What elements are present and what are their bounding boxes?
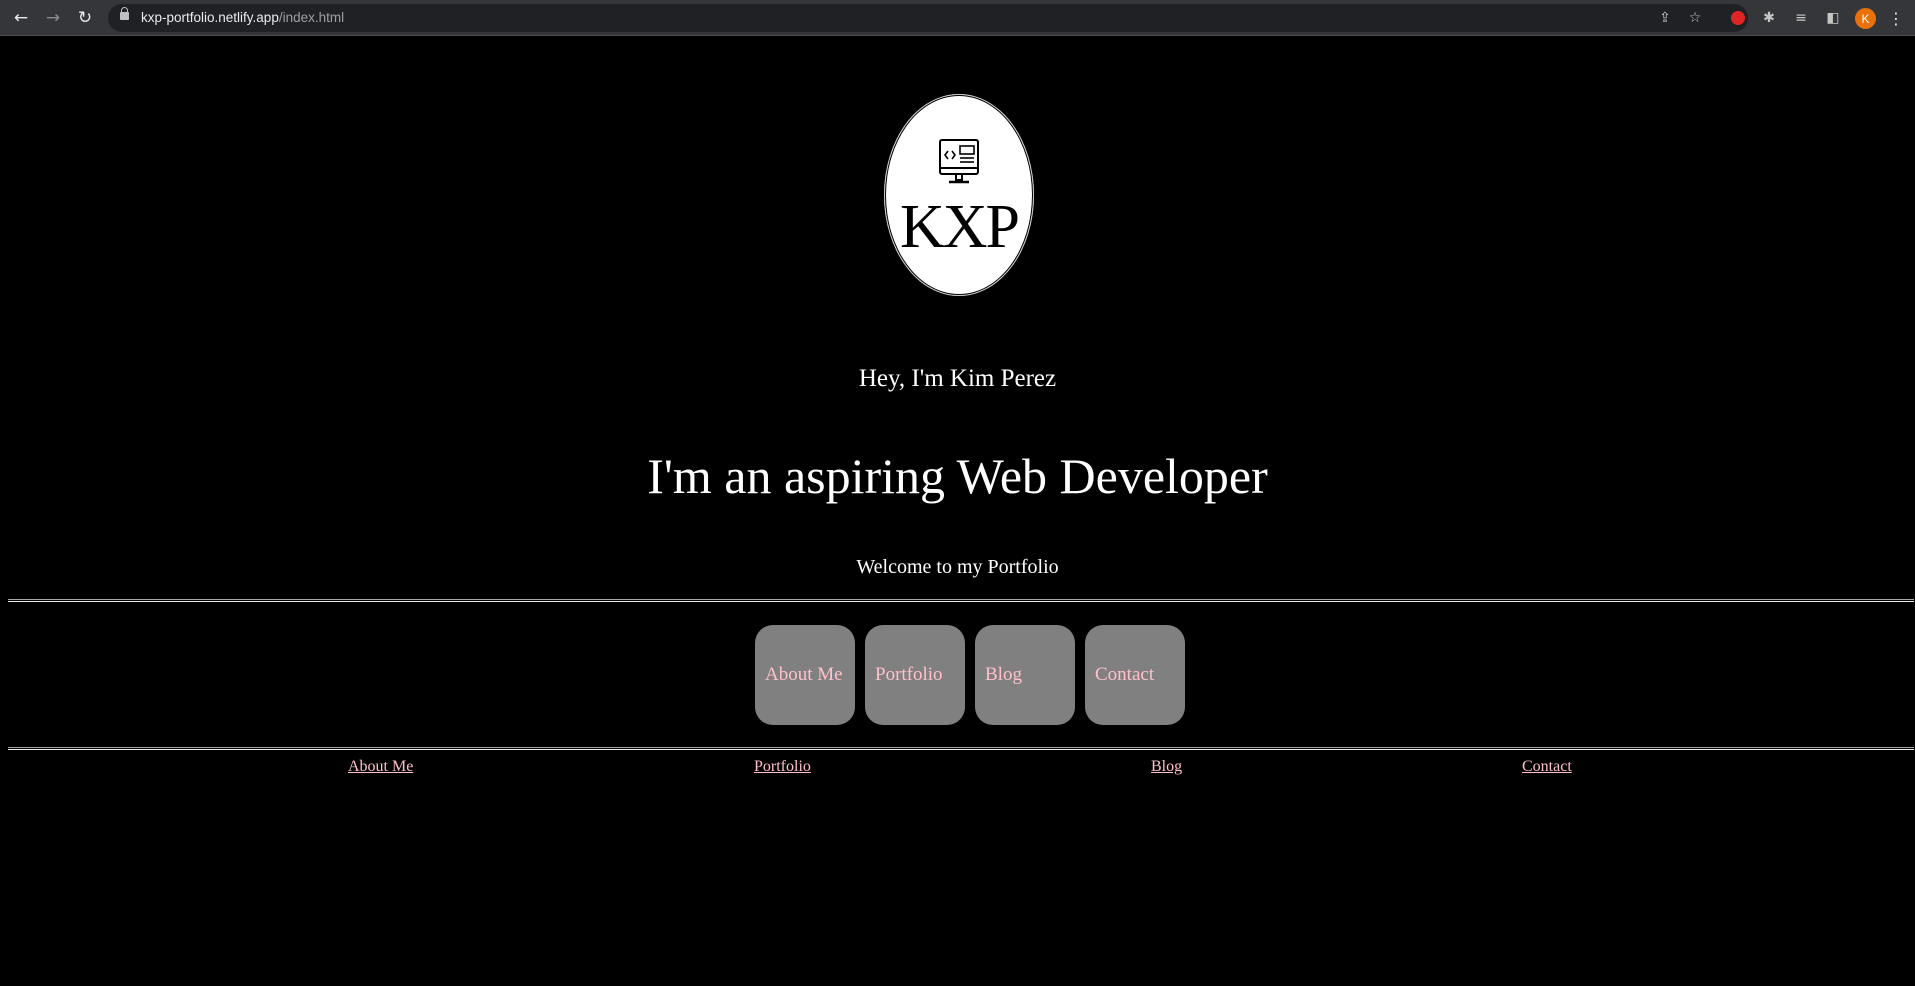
browser-toolbar: ← → ↻ kxp-portfolio.netlify.app/index.ht… — [0, 0, 1915, 36]
profile-avatar[interactable]: K — [1855, 8, 1876, 29]
nav-button-blog[interactable]: Blog — [975, 625, 1075, 725]
logo-text: KXP — [899, 193, 1020, 261]
greeting-heading: Hey, I'm Kim Perez — [858, 365, 1057, 392]
footer-link-about-me[interactable]: About Me — [348, 758, 413, 776]
footer-link-blog[interactable]: Blog — [1151, 758, 1182, 776]
lock-icon[interactable] — [120, 7, 129, 20]
share-icon[interactable]: ⇪ — [1654, 7, 1676, 29]
divider-top — [8, 599, 1914, 602]
menu-icon[interactable]: ⋮ — [1888, 7, 1904, 29]
footer-link-contact[interactable]: Contact — [1522, 758, 1572, 776]
address-bar[interactable]: kxp-portfolio.netlify.app/index.html ⇪ ☆ — [108, 4, 1748, 32]
back-icon[interactable]: ← — [9, 6, 33, 30]
media-queue-icon[interactable]: ≡ — [1790, 7, 1812, 29]
nav-button-group: About Me Portfolio Blog Contact — [755, 625, 1185, 725]
address-url[interactable]: kxp-portfolio.netlify.app/index.html — [141, 10, 344, 25]
puzzle-icon[interactable]: ✱ — [1758, 7, 1780, 29]
monitor-code-icon — [939, 139, 979, 184]
nav-button-portfolio[interactable]: Portfolio — [865, 625, 965, 725]
footer-link-portfolio[interactable]: Portfolio — [754, 758, 811, 776]
reload-icon[interactable]: ↻ — [73, 6, 97, 30]
forward-icon[interactable]: → — [41, 6, 65, 30]
welcome-text: Welcome to my Portfolio — [856, 556, 1059, 578]
kxp-logo: KXP — [884, 94, 1034, 296]
extension-red-icon[interactable] — [1727, 7, 1749, 29]
side-panel-icon[interactable]: ◧ — [1822, 7, 1844, 29]
star-icon[interactable]: ☆ — [1684, 7, 1706, 29]
nav-button-contact[interactable]: Contact — [1085, 625, 1185, 725]
url-host: kxp-portfolio.netlify.app — [141, 10, 279, 25]
divider-bottom — [8, 747, 1914, 750]
url-path: /index.html — [278, 10, 345, 25]
nav-button-about-me[interactable]: About Me — [755, 625, 855, 725]
page-headline: I'm an aspiring Web Developer — [647, 448, 1268, 504]
